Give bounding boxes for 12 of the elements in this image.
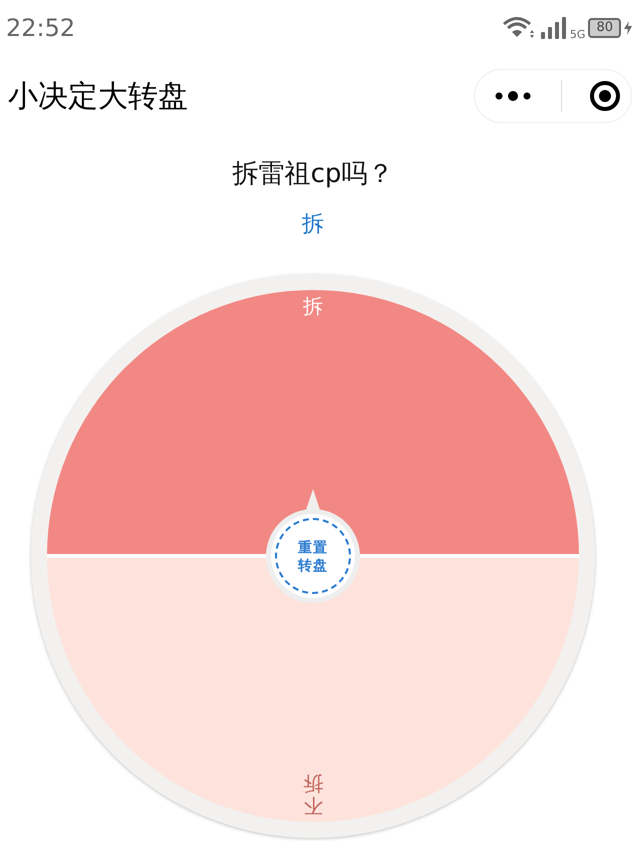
result-text: 拆 bbox=[301, 211, 325, 239]
question-text: 拆雷祖cp吗？ bbox=[232, 158, 394, 191]
battery-icon: 80 bbox=[588, 18, 621, 38]
page-title: 小决定大转盘 bbox=[8, 78, 188, 116]
wifi-icon bbox=[502, 16, 536, 40]
more-icon[interactable] bbox=[493, 90, 533, 102]
status-time: 22:52 bbox=[6, 14, 76, 42]
segment-label: 拆 bbox=[303, 294, 323, 318]
signal-icon bbox=[538, 16, 567, 40]
network-label: 5G bbox=[570, 28, 586, 40]
segment-label: 不拆 bbox=[303, 772, 323, 818]
charging-icon bbox=[624, 21, 632, 35]
